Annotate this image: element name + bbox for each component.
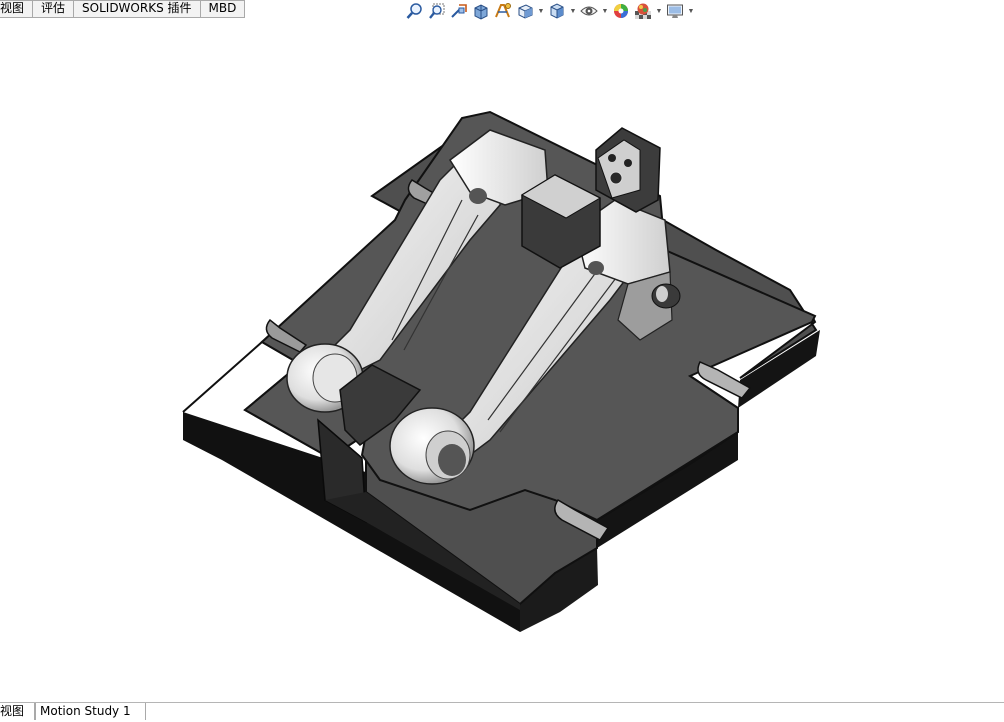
- clamp-knob: [651, 283, 681, 309]
- hide-show-items-icon[interactable]: [578, 0, 600, 22]
- display-style-icon[interactable]: [546, 0, 568, 22]
- view-settings-dropdown-icon[interactable]: ▼: [686, 0, 696, 22]
- display-style-dropdown-icon[interactable]: ▼: [568, 0, 578, 22]
- view-orientation-icon[interactable]: [514, 0, 536, 22]
- view-settings-icon[interactable]: [664, 0, 686, 22]
- tab-solidworks-addins[interactable]: SOLIDWORKS 插件: [74, 0, 201, 18]
- zoom-to-fit-icon[interactable]: [404, 0, 426, 22]
- apply-scene-dropdown-icon[interactable]: ▼: [654, 0, 664, 22]
- view-orientation-dropdown-icon[interactable]: ▼: [536, 0, 546, 22]
- heads-up-view-toolbar: ▼ ▼ ▼ ▼ ▼: [404, 0, 696, 22]
- bottom-tab-bar: 视图 Motion Study 1: [0, 702, 1004, 722]
- tab-evaluate[interactable]: 评估: [33, 0, 75, 18]
- tab-motion-study-1[interactable]: Motion Study 1: [35, 703, 146, 720]
- dynamic-annotation-icon[interactable]: [492, 0, 514, 22]
- zoom-to-area-icon[interactable]: [426, 0, 448, 22]
- tab-mbd[interactable]: MBD: [200, 0, 246, 18]
- command-manager-tabs: 视图 评估 SOLIDWORKS 插件 MBD: [0, 0, 246, 18]
- apply-scene-icon[interactable]: [632, 0, 654, 22]
- hide-show-dropdown-icon[interactable]: ▼: [600, 0, 610, 22]
- edit-appearance-icon[interactable]: [610, 0, 632, 22]
- previous-view-icon[interactable]: [448, 0, 470, 22]
- graphics-area[interactable]: [0, 22, 1004, 702]
- tab-model-view[interactable]: 视图: [0, 703, 36, 720]
- tab-view[interactable]: 视图: [0, 0, 34, 18]
- section-view-icon[interactable]: [470, 0, 492, 22]
